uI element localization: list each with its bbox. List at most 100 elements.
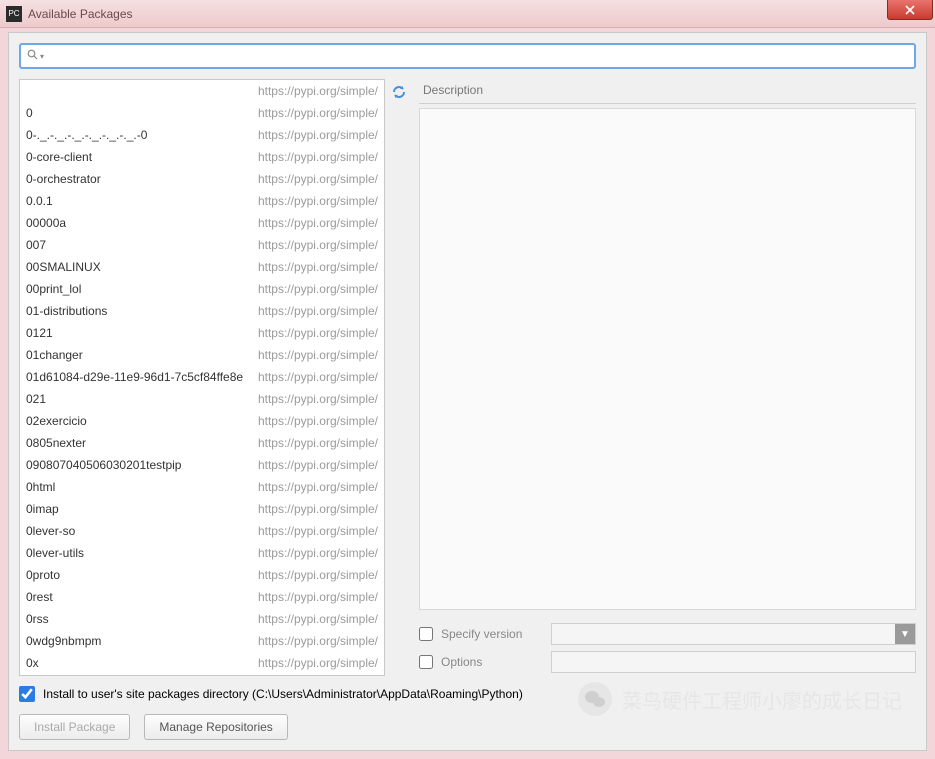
search-box[interactable]: ▾ <box>19 43 916 69</box>
package-source: https://pypi.org/simple/ <box>258 656 378 670</box>
package-source: https://pypi.org/simple/ <box>258 282 378 296</box>
package-list[interactable]: https://pypi.org/simple/0https://pypi.or… <box>19 79 385 676</box>
options-field[interactable] <box>551 651 916 673</box>
package-row[interactable]: 0https://pypi.org/simple/ <box>20 102 384 124</box>
package-name: 0lever-utils <box>26 546 258 560</box>
package-name: 021 <box>26 392 258 406</box>
package-name: 0lever-so <box>26 524 258 538</box>
package-name: 01changer <box>26 348 258 362</box>
window: PC Available Packages ▾ https://pypi.org… <box>0 0 935 759</box>
search-dropdown-icon[interactable]: ▾ <box>40 52 44 61</box>
specify-version-combo[interactable]: ▼ <box>551 623 916 645</box>
close-button[interactable] <box>887 0 933 20</box>
install-user-checkbox[interactable] <box>19 686 35 702</box>
right-panel: Description Specify version ▼ Options <box>413 79 916 676</box>
package-row[interactable]: 0xhttps://pypi.org/simple/ <box>20 652 384 674</box>
install-package-button[interactable]: Install Package <box>19 714 130 740</box>
package-row[interactable]: 090807040506030201testpiphttps://pypi.or… <box>20 454 384 476</box>
package-row[interactable]: 0imaphttps://pypi.org/simple/ <box>20 498 384 520</box>
package-source: https://pypi.org/simple/ <box>258 590 378 604</box>
package-row[interactable]: 0resthttps://pypi.org/simple/ <box>20 586 384 608</box>
options-row: Options <box>419 648 916 676</box>
package-name: 0-orchestrator <box>26 172 258 186</box>
package-name: 0html <box>26 480 258 494</box>
package-row[interactable]: 0-core-clienthttps://pypi.org/simple/ <box>20 146 384 168</box>
package-row[interactable]: 0.0.1https://pypi.org/simple/ <box>20 190 384 212</box>
package-source: https://pypi.org/simple/ <box>258 612 378 626</box>
package-name: 0-core-client <box>26 150 258 164</box>
window-title: Available Packages <box>28 7 133 21</box>
left-panel: https://pypi.org/simple/0https://pypi.or… <box>19 79 413 676</box>
package-row[interactable]: 0protohttps://pypi.org/simple/ <box>20 564 384 586</box>
package-source: https://pypi.org/simple/ <box>258 106 378 120</box>
search-input[interactable] <box>48 49 908 63</box>
package-row[interactable]: 007https://pypi.org/simple/ <box>20 234 384 256</box>
package-name: 007 <box>26 238 258 252</box>
package-name: 0wdg9nbmpm <box>26 634 258 648</box>
package-name: 090807040506030201testpip <box>26 458 258 472</box>
package-source: https://pypi.org/simple/ <box>258 436 378 450</box>
package-row[interactable]: 0-orchestratorhttps://pypi.org/simple/ <box>20 168 384 190</box>
manage-repositories-button[interactable]: Manage Repositories <box>144 714 287 740</box>
bottom-area: Install to user's site packages director… <box>19 686 916 740</box>
package-row[interactable]: 00print_lolhttps://pypi.org/simple/ <box>20 278 384 300</box>
refresh-button[interactable] <box>388 81 410 103</box>
package-row[interactable]: 01-distributionshttps://pypi.org/simple/ <box>20 300 384 322</box>
package-name: 00print_lol <box>26 282 258 296</box>
install-user-row: Install to user's site packages director… <box>19 686 916 702</box>
package-row[interactable]: 0lever-sohttps://pypi.org/simple/ <box>20 520 384 542</box>
package-row[interactable]: 0121https://pypi.org/simple/ <box>20 322 384 344</box>
package-source: https://pypi.org/simple/ <box>258 84 378 98</box>
package-source: https://pypi.org/simple/ <box>258 260 378 274</box>
package-row[interactable]: 02exerciciohttps://pypi.org/simple/ <box>20 410 384 432</box>
package-name: 0rss <box>26 612 258 626</box>
package-source: https://pypi.org/simple/ <box>258 370 378 384</box>
package-source: https://pypi.org/simple/ <box>258 128 378 142</box>
package-source: https://pypi.org/simple/ <box>258 194 378 208</box>
package-source: https://pypi.org/simple/ <box>258 348 378 362</box>
refresh-icon <box>391 84 407 100</box>
search-icon <box>27 49 38 63</box>
package-source: https://pypi.org/simple/ <box>258 524 378 538</box>
options-checkbox[interactable] <box>419 655 433 669</box>
package-name: 0imap <box>26 502 258 516</box>
package-row[interactable]: 0rsshttps://pypi.org/simple/ <box>20 608 384 630</box>
main-area: https://pypi.org/simple/0https://pypi.or… <box>19 79 916 676</box>
package-name: 0x <box>26 656 258 670</box>
package-row[interactable]: https://pypi.org/simple/ <box>20 80 384 102</box>
package-source: https://pypi.org/simple/ <box>258 414 378 428</box>
package-name: 00000a <box>26 216 258 230</box>
package-name: 0proto <box>26 568 258 582</box>
specify-version-checkbox[interactable] <box>419 627 433 641</box>
package-name: 01d61084-d29e-11e9-96d1-7c5cf84ffe8e <box>26 370 258 384</box>
package-row[interactable]: 0-._.-._.-._.-._.-._.-._.-0https://pypi.… <box>20 124 384 146</box>
package-name: 02exercicio <box>26 414 258 428</box>
titlebar: PC Available Packages <box>0 0 935 28</box>
package-row[interactable]: 00000ahttps://pypi.org/simple/ <box>20 212 384 234</box>
app-icon: PC <box>6 6 22 22</box>
description-area <box>419 108 916 610</box>
refresh-column <box>385 79 413 676</box>
package-source: https://pypi.org/simple/ <box>258 546 378 560</box>
package-row[interactable]: 01d61084-d29e-11e9-96d1-7c5cf84ffe8ehttp… <box>20 366 384 388</box>
package-row[interactable]: 01changerhttps://pypi.org/simple/ <box>20 344 384 366</box>
package-name: 0rest <box>26 590 258 604</box>
dialog-content: ▾ https://pypi.org/simple/0https://pypi.… <box>8 32 927 751</box>
package-source: https://pypi.org/simple/ <box>258 172 378 186</box>
package-source: https://pypi.org/simple/ <box>258 216 378 230</box>
package-source: https://pypi.org/simple/ <box>258 392 378 406</box>
specify-version-row: Specify version ▼ <box>419 620 916 648</box>
package-source: https://pypi.org/simple/ <box>258 238 378 252</box>
description-label: Description <box>419 79 916 104</box>
package-row[interactable]: 021https://pypi.org/simple/ <box>20 388 384 410</box>
package-row[interactable]: 0htmlhttps://pypi.org/simple/ <box>20 476 384 498</box>
package-row[interactable]: 00SMALINUXhttps://pypi.org/simple/ <box>20 256 384 278</box>
package-source: https://pypi.org/simple/ <box>258 326 378 340</box>
button-row: Install Package Manage Repositories <box>19 714 916 740</box>
package-source: https://pypi.org/simple/ <box>258 502 378 516</box>
package-row[interactable]: 0805nexterhttps://pypi.org/simple/ <box>20 432 384 454</box>
package-row[interactable]: 0lever-utilshttps://pypi.org/simple/ <box>20 542 384 564</box>
package-name: 0.0.1 <box>26 194 258 208</box>
package-source: https://pypi.org/simple/ <box>258 480 378 494</box>
package-row[interactable]: 0wdg9nbmpmhttps://pypi.org/simple/ <box>20 630 384 652</box>
